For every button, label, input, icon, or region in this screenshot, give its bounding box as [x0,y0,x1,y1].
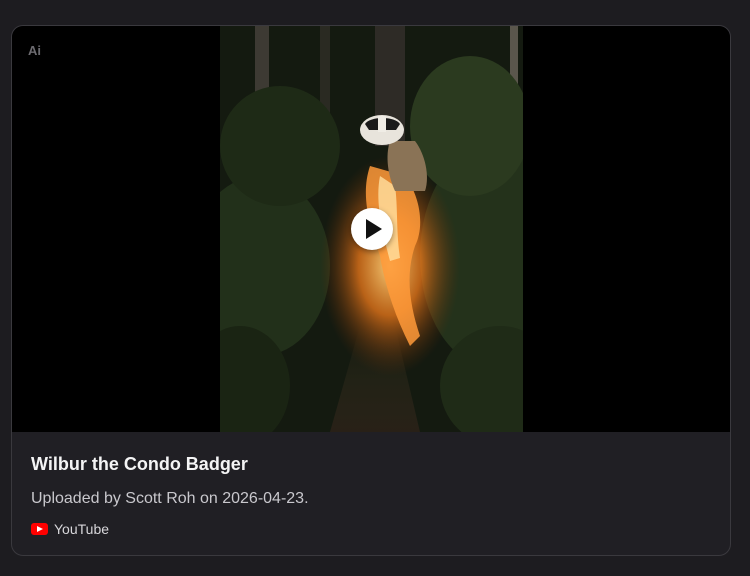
youtube-icon [31,523,48,535]
play-icon [366,219,382,239]
video-player[interactable]: Ai [12,26,730,432]
ai-badge: Ai [28,43,41,58]
source-label: YouTube [54,521,110,537]
upload-info: Uploaded by Scott Roh on 2026-04-23. [31,490,309,507]
video-info: Wilbur the Condo Badger Uploaded by Scot… [12,432,730,555]
video-card[interactable]: Ai Wilbur the Condo Badger Uploaded by S… [11,25,731,556]
video-title[interactable]: Wilbur the Condo Badger [31,454,248,475]
play-button[interactable] [351,208,393,250]
source-link[interactable]: YouTube [31,521,109,537]
